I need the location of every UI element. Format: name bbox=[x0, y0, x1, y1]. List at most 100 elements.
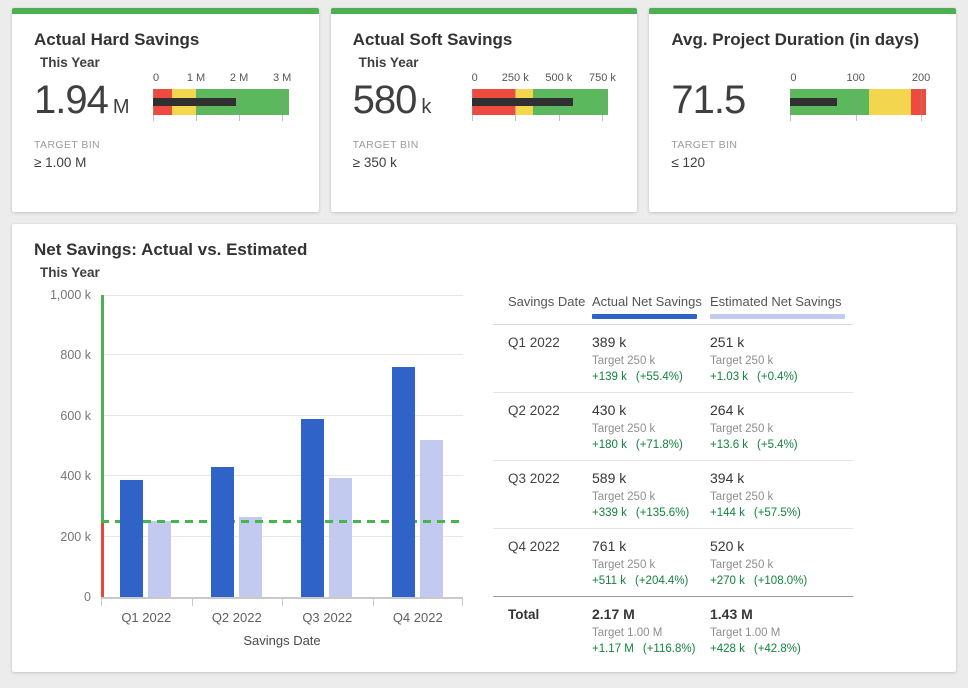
bullet-track bbox=[790, 89, 926, 121]
cell-variance: +270 k(+108.0%) bbox=[710, 574, 853, 588]
bar-group-q1-2022 bbox=[101, 295, 192, 597]
bullet-gauge: 0250 k500 k750 k bbox=[472, 72, 608, 121]
cell-value: 2.17 M bbox=[592, 606, 710, 623]
row-date: Total bbox=[493, 606, 592, 656]
cell-actual: 761 k Target 250 k +511 k (+204.4%) bbox=[592, 538, 710, 588]
variance-percent: (+55.4%) bbox=[636, 371, 683, 383]
y-axis-below-target-segment bbox=[101, 522, 104, 598]
kpi-unit: M bbox=[113, 96, 130, 118]
cell-variance: +144 k(+57.5%) bbox=[710, 506, 853, 520]
bar-estimated-q4-2022[interactable] bbox=[420, 440, 443, 597]
row-date: Q2 2022 bbox=[493, 402, 592, 452]
table-row-q4-2022[interactable]: Q4 2022 761 k Target 250 k +511 k (+204.4… bbox=[493, 529, 853, 596]
legend-swatch-estimated bbox=[710, 314, 845, 319]
bar-actual-q3-2022[interactable] bbox=[301, 419, 324, 597]
cell-target: Target 250 k bbox=[592, 558, 710, 572]
bullet-axis-labels: 01 M2 M3 M bbox=[153, 72, 289, 87]
row-date: Q4 2022 bbox=[493, 538, 592, 588]
bullet-gauge: 01 M2 M3 M bbox=[153, 72, 289, 121]
chart-title: Net Savings: Actual vs. Estimated bbox=[34, 240, 307, 260]
variance-percent: (+116.8%) bbox=[643, 643, 696, 655]
kpi-title: Actual Hard Savings bbox=[34, 30, 199, 50]
variance-value: +144 k bbox=[710, 507, 745, 519]
table-row-q3-2022[interactable]: Q3 2022 589 k Target 250 k +339 k(+135.6… bbox=[493, 461, 853, 529]
card-accent-strip bbox=[331, 8, 638, 14]
x-category-label: Q3 2022 bbox=[302, 610, 352, 625]
cell-variance: +1.17 M(+116.8%) bbox=[592, 642, 710, 656]
y-axis-tick-label: 600 k bbox=[60, 409, 91, 423]
cell-target: Target 250 k bbox=[592, 422, 710, 436]
x-category-label: Q4 2022 bbox=[393, 610, 443, 625]
cell-actual: 430 k Target 250 k +180 k(+71.8%) bbox=[592, 402, 710, 452]
bar-actual-q1-2022[interactable] bbox=[120, 480, 143, 597]
variance-value: +139 k bbox=[592, 371, 627, 383]
bar-group-q4-2022 bbox=[373, 295, 464, 597]
cell-variance: +428 k(+42.8%) bbox=[710, 642, 853, 656]
cell-target: Target 1.00 M bbox=[592, 626, 710, 640]
cell-estimated: 264 k Target 250 k +13.6 k(+5.4%) bbox=[710, 402, 853, 452]
cell-value: 520 k bbox=[710, 538, 853, 555]
cell-target: Target 250 k bbox=[710, 558, 853, 572]
kpi-number: 71.5 bbox=[671, 78, 745, 122]
y-axis-tick-label: 800 k bbox=[60, 348, 91, 362]
bar-estimated-q1-2022[interactable] bbox=[148, 521, 171, 597]
cell-value: 1.43 M bbox=[710, 606, 853, 623]
bar-groups bbox=[101, 295, 463, 597]
bullet-track bbox=[153, 89, 289, 121]
variance-percent: (+5.4%) bbox=[757, 439, 798, 451]
kpi-title: Avg. Project Duration (in days) bbox=[671, 30, 919, 50]
kpi-card-actual-soft-savings: Actual Soft Savings This Year 580k 0250 … bbox=[331, 8, 638, 212]
column-header-savings-date: Savings Date bbox=[493, 294, 592, 310]
table-row-q2-2022[interactable]: Q2 2022 430 k Target 250 k +180 k(+71.8%… bbox=[493, 393, 853, 461]
bar-estimated-q3-2022[interactable] bbox=[329, 478, 352, 597]
variance-value: +1.03 k bbox=[710, 371, 748, 383]
kpi-card-actual-hard-savings: Actual Hard Savings This Year 1.94M 01 M… bbox=[12, 8, 319, 212]
target-bin-label: TARGET BIN bbox=[353, 139, 419, 151]
x-axis: Q1 2022 Q2 2022 Q3 2022 Q4 2022 Savings … bbox=[101, 597, 463, 657]
bar-actual-q4-2022[interactable] bbox=[392, 367, 415, 597]
x-axis-tick bbox=[282, 599, 283, 606]
cell-variance: +511 k (+204.4%) bbox=[592, 574, 710, 588]
y-axis-above-target-segment bbox=[101, 295, 104, 522]
cell-value: 589 k bbox=[592, 470, 710, 487]
cell-target: Target 250 k bbox=[710, 490, 853, 504]
x-category-label: Q2 2022 bbox=[212, 610, 262, 625]
bar-chart-plot: 0 200 k 400 k 600 k 800 k 1,000 k bbox=[101, 295, 463, 597]
variance-value: +180 k bbox=[592, 439, 627, 451]
table-row-total[interactable]: Total 2.17 M Target 1.00 M +1.17 M(+116.… bbox=[493, 596, 853, 664]
cell-value: 394 k bbox=[710, 470, 853, 487]
cell-estimated: 394 k Target 250 k +144 k(+57.5%) bbox=[710, 470, 853, 520]
y-axis-tick-label: 1,000 k bbox=[50, 288, 91, 302]
net-savings-card: Net Savings: Actual vs. Estimated This Y… bbox=[12, 224, 956, 672]
target-bin-label: TARGET BIN bbox=[34, 139, 100, 151]
column-header-actual-net-savings: Actual Net Savings bbox=[592, 294, 710, 310]
cell-variance: +339 k(+135.6%) bbox=[592, 506, 710, 520]
bar-actual-q2-2022[interactable] bbox=[211, 467, 234, 597]
table-header: Savings Date Actual Net Savings Estimate… bbox=[493, 294, 853, 319]
x-axis-tick bbox=[373, 599, 374, 606]
table-row-q1-2022[interactable]: Q1 2022 389 k Target 250 k +139 k(+55.4%… bbox=[493, 325, 853, 393]
variance-value: +511 k bbox=[592, 575, 626, 587]
variance-value: +13.6 k bbox=[710, 439, 748, 451]
variance-percent: (+0.4%) bbox=[757, 371, 798, 383]
kpi-title: Actual Soft Savings bbox=[353, 30, 513, 50]
column-header-estimated-net-savings: Estimated Net Savings bbox=[710, 294, 853, 310]
cell-value: 761 k bbox=[592, 538, 710, 555]
bullet-axis-labels: 0100200 bbox=[790, 72, 926, 87]
x-category-label: Q1 2022 bbox=[121, 610, 171, 625]
bullet-gauge: 0100200 bbox=[790, 72, 926, 121]
x-axis-tick bbox=[101, 599, 102, 606]
cell-actual: 389 k Target 250 k +139 k(+55.4%) bbox=[592, 334, 710, 384]
target-bin-value: ≥ 1.00 M bbox=[34, 155, 86, 170]
cell-target: Target 250 k bbox=[592, 354, 710, 368]
cell-estimated: 251 k Target 250 k +1.03 k(+0.4%) bbox=[710, 334, 853, 384]
variance-value: +270 k bbox=[710, 575, 745, 587]
bar-group-q2-2022 bbox=[192, 295, 283, 597]
bar-estimated-q2-2022[interactable] bbox=[239, 517, 262, 597]
variance-percent: (+204.4%) bbox=[635, 575, 688, 587]
cell-estimated: 1.43 M Target 1.00 M +428 k(+42.8%) bbox=[710, 606, 853, 656]
cell-variance: +180 k (+71.8%) bbox=[592, 438, 710, 452]
variance-percent: (+71.8%) bbox=[636, 439, 683, 451]
x-axis-title: Savings Date bbox=[101, 633, 463, 648]
row-date: Q3 2022 bbox=[493, 470, 592, 520]
